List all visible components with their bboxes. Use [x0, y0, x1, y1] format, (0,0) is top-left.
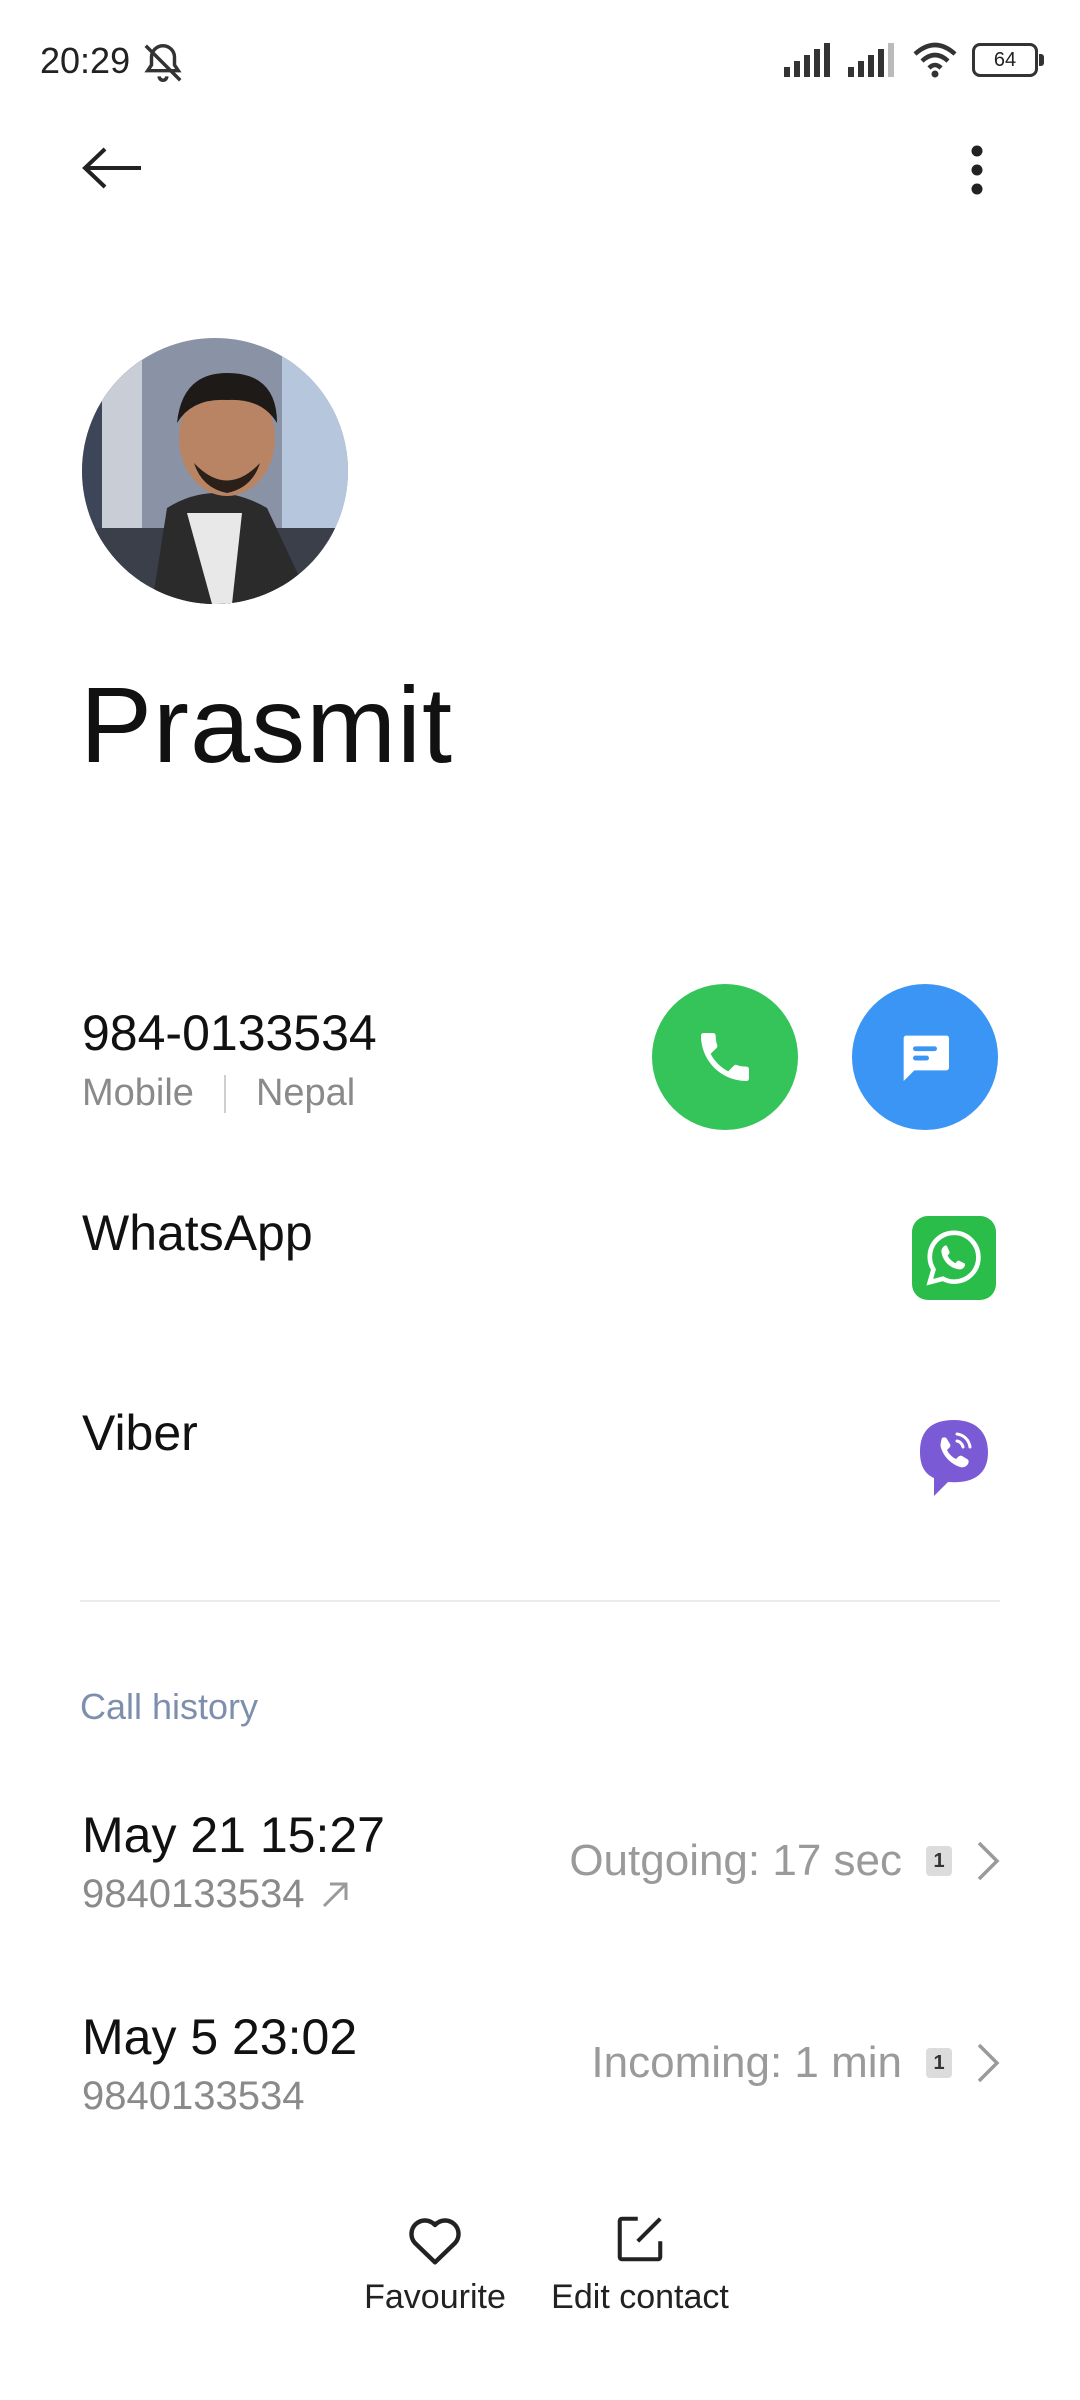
- edit-contact-button[interactable]: Edit contact: [540, 2212, 740, 2317]
- call-number: 9840133534: [82, 1872, 305, 1916]
- favourite-label: Favourite: [364, 2278, 506, 2316]
- phone-icon: [701, 1033, 749, 1081]
- outgoing-call-icon: [323, 1882, 348, 1907]
- mute-icon: [144, 44, 182, 82]
- status-indicators: 64: [784, 42, 1044, 78]
- call-number-row: 9840133534: [82, 2074, 304, 2119]
- signal-icon-2: [848, 43, 894, 77]
- call-history-title: Call history: [80, 1686, 259, 1727]
- battery-icon: 64: [972, 43, 1044, 77]
- phone-number[interactable]: 984-0133534: [82, 1004, 377, 1062]
- whatsapp-icon: [926, 1230, 981, 1286]
- chevron-right-icon: [977, 2043, 1000, 2083]
- back-button[interactable]: [70, 135, 156, 201]
- battery-level: 64: [993, 48, 1017, 71]
- section-divider: [80, 1600, 1000, 1602]
- status-time: 20:29: [40, 40, 131, 81]
- sim-badge: 1: [926, 1846, 952, 1876]
- sim-badge: 1: [926, 2048, 952, 2078]
- viber-label[interactable]: Viber: [82, 1404, 198, 1462]
- call-info-group: Outgoing: 17 sec 1: [569, 1836, 1000, 1886]
- viber-icon: [920, 1420, 988, 1496]
- signal-icon: [784, 43, 830, 77]
- phone-type: Mobile: [82, 1072, 194, 1114]
- heart-icon: [409, 2218, 461, 2265]
- call-number: 9840133534: [82, 2074, 305, 2118]
- call-button[interactable]: [652, 984, 798, 1130]
- more-vert-icon: [971, 145, 983, 195]
- viber-button[interactable]: [912, 1414, 996, 1504]
- whatsapp-label[interactable]: WhatsApp: [82, 1204, 313, 1262]
- call-info: Incoming: 1 min: [591, 2038, 902, 2087]
- message-button[interactable]: [852, 984, 998, 1130]
- call-date: May 21 15:27: [82, 1807, 385, 1863]
- call-number-row: 9840133534: [82, 1872, 350, 1917]
- edit-icon: [617, 2216, 663, 2262]
- phone-region: Nepal: [255, 1072, 356, 1114]
- call-info-group: Incoming: 1 min 1: [591, 2038, 1000, 2088]
- more-options-button[interactable]: [952, 135, 1002, 205]
- chevron-right-icon: [977, 1841, 1000, 1881]
- contact-avatar: [82, 338, 348, 604]
- meta-divider: [223, 1074, 226, 1113]
- favourite-button[interactable]: Favourite: [360, 2212, 510, 2317]
- contact-name: Prasmit: [80, 664, 454, 785]
- call-date: May 5 23:02: [82, 2009, 358, 2065]
- message-icon: [903, 1035, 949, 1081]
- whatsapp-button[interactable]: [912, 1216, 996, 1300]
- edit-contact-label: Edit contact: [551, 2278, 729, 2316]
- back-arrow-icon: [82, 147, 141, 189]
- phone-meta: Mobile Nepal: [82, 1072, 355, 1115]
- call-info: Outgoing: 17 sec: [569, 1836, 902, 1885]
- wifi-icon: [913, 42, 957, 78]
